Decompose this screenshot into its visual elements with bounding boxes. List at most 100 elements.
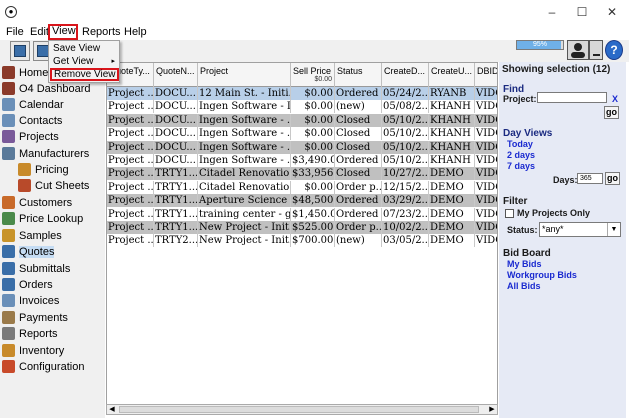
sidebar-item-pricing[interactable]: Pricing — [18, 162, 69, 178]
project-search-input[interactable] — [537, 92, 607, 103]
workgroup-bids-link[interactable]: Workgroup Bids — [507, 270, 577, 280]
find-go-button[interactable]: go — [604, 106, 619, 119]
table-cell: KHANH — [429, 154, 475, 167]
column-header[interactable]: DBID — [475, 63, 497, 87]
sidebar-item-label: Configuration — [19, 361, 85, 373]
sidebar-item-label: Inventory — [19, 345, 65, 357]
scroll-left-icon[interactable]: ◀ — [107, 405, 117, 414]
remove-view-menu-item[interactable]: Remove View — [50, 68, 119, 81]
table-row[interactable]: Project ... TRTY1... Citadel Renovatio... $… — [107, 180, 497, 194]
table-cell: VIDC — [475, 154, 497, 167]
clear-find-button[interactable]: X — [612, 94, 618, 104]
get-view-label: Get View — [53, 56, 94, 67]
table-cell: DOCU... — [154, 154, 198, 167]
my-bids-link[interactable]: My Bids — [507, 259, 542, 269]
sidebar-item-calendar[interactable]: Calendar — [2, 97, 64, 113]
sidebar-item-payments[interactable]: Payments — [2, 310, 68, 326]
sidebar-item-invoices[interactable]: Invoices — [2, 293, 59, 309]
days-go-button[interactable]: go — [605, 172, 620, 185]
column-header[interactable]: CreateD... — [382, 63, 429, 87]
table-header: QuoteTy... QuoteN... Project Sell Price $0.0… — [107, 63, 497, 87]
table-cell: Project ... — [108, 87, 154, 100]
sidebar-item-samples[interactable]: Samples — [2, 228, 62, 244]
menu-help[interactable]: Help — [122, 25, 149, 39]
sidebar-item-inventory[interactable]: Inventory — [2, 343, 64, 359]
column-header[interactable]: CreateU... — [429, 63, 475, 87]
column-header[interactable]: QuoteN... — [154, 63, 198, 87]
table-row[interactable]: Project ... DOCU... Ingen Software - ... $0… — [107, 127, 497, 141]
status-select[interactable]: *any* ▼ — [539, 222, 621, 237]
table-cell: Project ... — [108, 234, 154, 248]
column-header-label: QuoteN... — [156, 66, 195, 76]
table-row[interactable]: Project ... TRTY2... New Project - Init...… — [107, 234, 497, 248]
table-row[interactable]: Project ...TRTY1...Aperture Science -...… — [107, 194, 497, 208]
horizontal-scrollbar[interactable]: ◀ ▶ — [106, 404, 498, 415]
table-row[interactable]: Project ... DOCU... Ingen Software - ... $0… — [107, 140, 497, 154]
scroll-right-icon[interactable]: ▶ — [487, 405, 497, 414]
sidebar-item-reports[interactable]: Reports — [2, 326, 58, 342]
table-row[interactable]: Project ... DOCU... Ingen Software - I... $… — [107, 100, 497, 114]
sidebar-item-cut-sheets[interactable]: Cut Sheets — [18, 178, 89, 194]
column-header[interactable]: Project — [198, 63, 291, 87]
profile-button[interactable] — [567, 40, 589, 60]
column-header[interactable]: Status — [335, 63, 382, 87]
table-cell: VIDC — [475, 208, 497, 221]
minimize-button[interactable]: – — [540, 4, 564, 20]
table-cell: TRTY1... — [155, 194, 198, 208]
table-cell: Closed — [335, 113, 382, 127]
dashboard-icon — [2, 82, 15, 95]
days-input[interactable]: 365 — [577, 173, 603, 184]
day-view-7-days-link[interactable]: 7 days — [507, 161, 535, 171]
day-view-today-link[interactable]: Today — [507, 139, 533, 149]
help-button[interactable]: ? — [605, 40, 623, 60]
sidebar-item-price-lookup[interactable]: Price Lookup — [2, 211, 83, 227]
sidebar-item-quotes[interactable]: Quotes — [2, 244, 55, 260]
minimize-panel-button[interactable] — [589, 40, 603, 60]
price-lookup-icon — [2, 212, 15, 225]
day-view-2-days-link[interactable]: 2 days — [507, 150, 535, 160]
sidebar-item-o4-dashboard[interactable]: O4 Dashboard — [2, 81, 91, 97]
sidebar-item-customers[interactable]: Customers — [2, 195, 72, 211]
table-row[interactable]: Project ... DOCU... Ingen Software - ... $3… — [107, 154, 497, 167]
table-row[interactable]: Project ... DOCU... 12 Main St. - Initi...… — [107, 87, 497, 100]
sidebar-item-projects[interactable]: Projects — [2, 129, 59, 145]
close-button[interactable]: ✕ — [600, 4, 624, 20]
maximize-button[interactable]: ☐ — [570, 4, 594, 20]
sidebar-item-orders[interactable]: Orders — [2, 277, 53, 293]
sidebar-item-label: O4 Dashboard — [19, 83, 91, 95]
sidebar-item-home[interactable]: Home — [2, 65, 48, 81]
my-projects-checkbox[interactable] — [505, 209, 514, 218]
table-cell: $0.00 — [291, 113, 335, 127]
get-view-menu-item[interactable]: Get View ▸ — [53, 55, 119, 68]
scroll-thumb[interactable] — [119, 406, 479, 413]
save-view-menu-item[interactable]: Save View — [53, 42, 100, 55]
sidebar-item-configuration[interactable]: Configuration — [2, 359, 84, 375]
sidebar-item-submittals[interactable]: Submittals — [2, 261, 70, 277]
orders-icon — [2, 278, 15, 291]
sidebar-item-manufacturers[interactable]: Manufacturers — [2, 146, 89, 162]
all-bids-link[interactable]: All Bids — [507, 281, 541, 291]
table-cell: Project ... — [108, 100, 154, 114]
table-cell: $48,500... — [292, 194, 335, 208]
column-header[interactable]: Sell Price $0.00 — [291, 63, 335, 87]
column-header-label: Sell Price — [293, 66, 332, 76]
table-cell: $0.00 — [291, 180, 335, 194]
contacts-icon — [2, 114, 15, 127]
reports-icon — [2, 327, 15, 340]
menu-reports[interactable]: Reports — [80, 25, 123, 39]
table-cell: 10/02/2... — [383, 221, 429, 234]
table-row[interactable]: Project ... TRTY1... Citadel Renovatio... $… — [107, 167, 497, 181]
menu-view[interactable]: View — [48, 24, 78, 40]
table-cell: 05/08/2... — [383, 100, 429, 114]
toolbar-button-1[interactable] — [10, 41, 30, 61]
table-cell: 07/23/2... — [383, 207, 429, 221]
table-cell: Ingen Software - ... — [199, 113, 291, 127]
table-cell: Citadel Renovatio... — [199, 180, 291, 194]
table-cell: VIDC — [475, 127, 497, 140]
table-row[interactable]: Project ... DOCU... Ingen Software - ... $0… — [107, 113, 497, 127]
sidebar-item-contacts[interactable]: Contacts — [2, 113, 62, 129]
table-row[interactable]: Project ... TRTY1... New Project - Init...… — [107, 221, 497, 234]
menu-file[interactable]: File — [4, 25, 26, 39]
table-cell: 05/24/2... — [383, 87, 429, 100]
table-row[interactable]: Project ...TRTY1...training center - gym… — [107, 207, 497, 221]
